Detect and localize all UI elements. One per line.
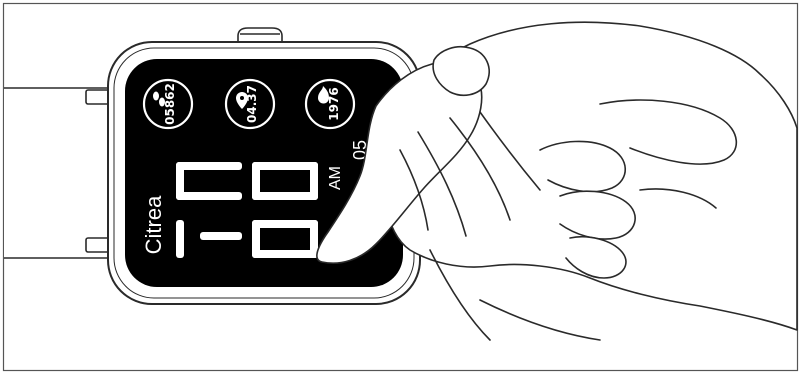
crown-button — [237, 27, 283, 43]
illustration: 05862 04.37 1976 Citrea AM 05 — [0, 0, 801, 374]
calories-value: 1976 — [327, 87, 341, 120]
brand-label: Citrea — [141, 195, 166, 254]
calories-complication: 1976 — [304, 78, 356, 130]
steps-complication: 05862 — [142, 78, 194, 130]
distance-complication: 04.37 — [224, 78, 276, 130]
watch-strap — [4, 87, 113, 259]
steps-value: 05862 — [163, 83, 177, 125]
distance-value: 04.37 — [245, 85, 259, 123]
ampm-label: AM — [327, 166, 344, 190]
